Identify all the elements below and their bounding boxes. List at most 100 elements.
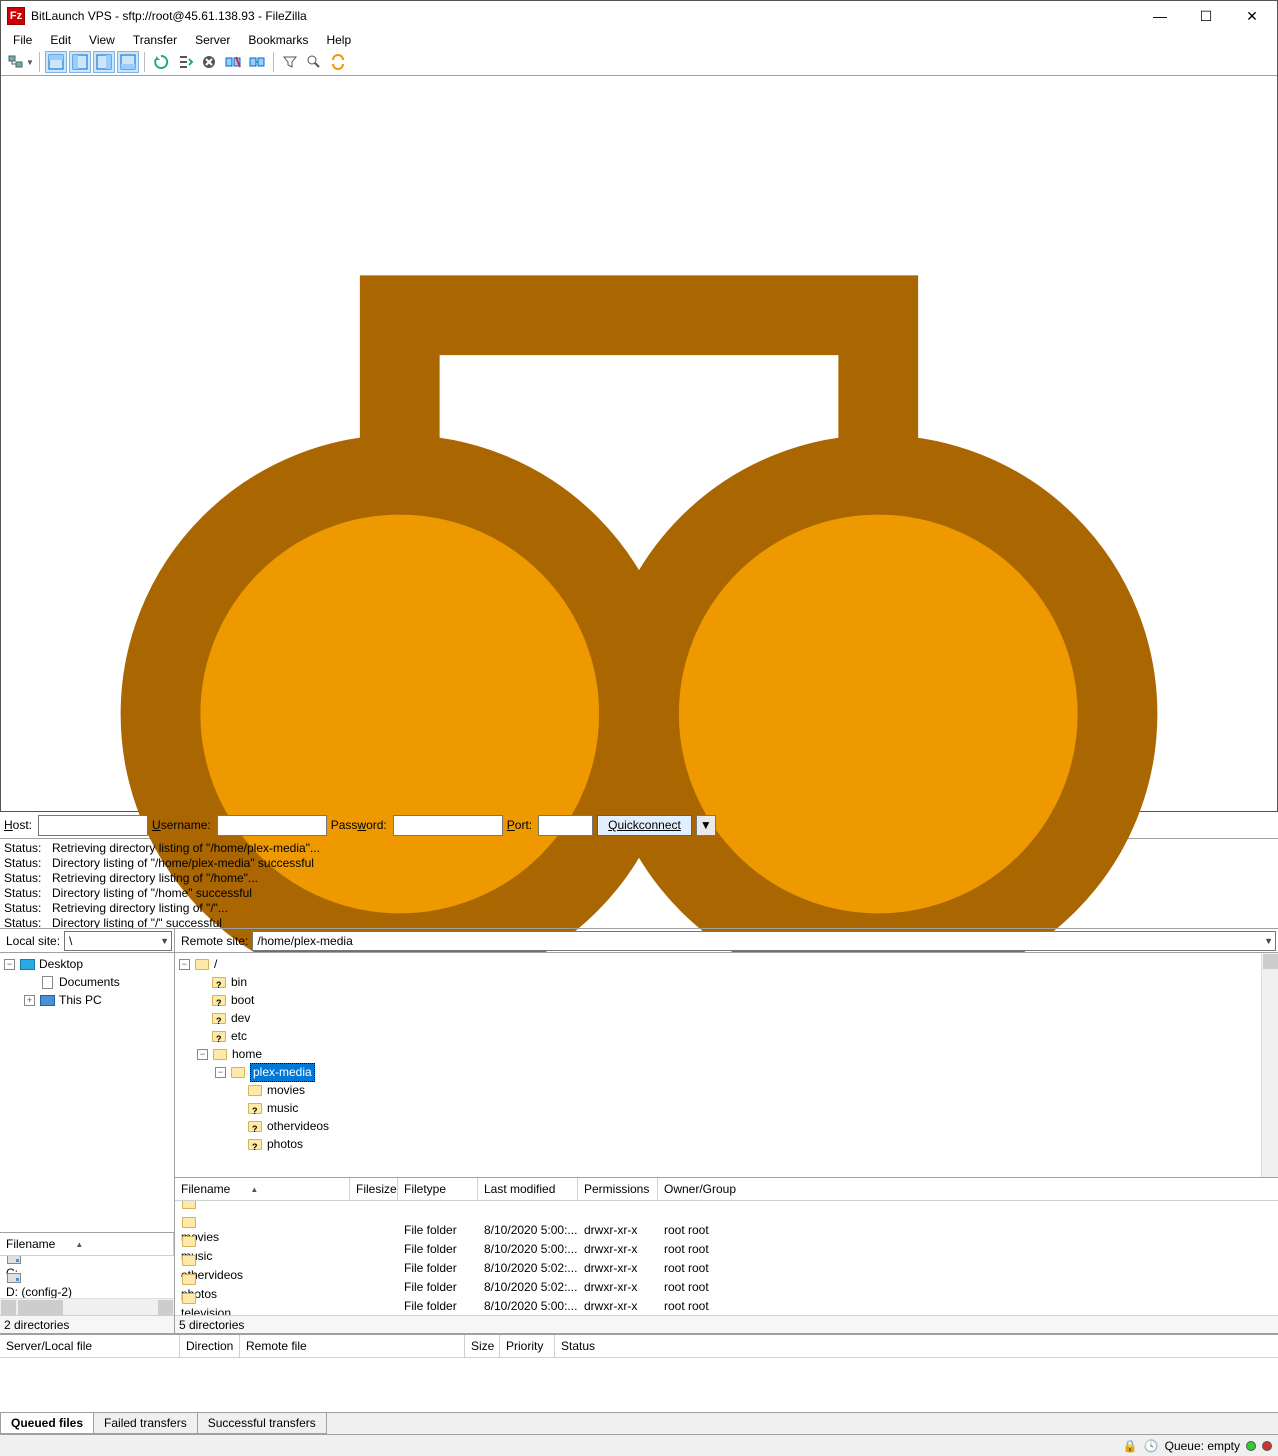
menu-view[interactable]: View: [81, 31, 123, 49]
toggle-queue-button[interactable]: [117, 51, 139, 73]
folder-unknown-icon: [212, 1031, 226, 1042]
folder-icon: [182, 1293, 196, 1304]
tree-node[interactable]: dev: [231, 1010, 250, 1027]
menu-transfer[interactable]: Transfer: [125, 31, 185, 49]
col-priority[interactable]: Priority: [500, 1335, 555, 1357]
tree-node-thispc[interactable]: This PC: [59, 992, 102, 1009]
password-input[interactable]: [393, 815, 503, 836]
tree-node[interactable]: etc: [231, 1028, 247, 1045]
expand-icon[interactable]: −: [4, 959, 15, 970]
local-tree[interactable]: − Desktop Documents + This PC: [0, 953, 174, 1233]
site-manager-button[interactable]: [5, 51, 27, 73]
process-queue-button[interactable]: [174, 51, 196, 73]
expand-icon[interactable]: +: [24, 995, 35, 1006]
tab-queued[interactable]: Queued files: [0, 1413, 94, 1434]
cancel-button[interactable]: [198, 51, 220, 73]
refresh-button[interactable]: [150, 51, 172, 73]
compare-button[interactable]: [303, 51, 325, 73]
folder-icon: [182, 1236, 196, 1247]
folder-icon: [182, 1201, 196, 1209]
col-serverfile[interactable]: Server/Local file: [0, 1335, 180, 1357]
host-input[interactable]: [38, 815, 148, 836]
folder-unknown-icon: [212, 977, 226, 988]
horizontal-scrollbar[interactable]: [0, 1298, 174, 1315]
folder-unknown-icon: [248, 1139, 262, 1150]
menu-help[interactable]: Help: [318, 31, 359, 49]
menu-edit[interactable]: Edit: [42, 31, 79, 49]
col-status[interactable]: Status: [555, 1335, 1278, 1357]
sync-browse-button[interactable]: [327, 51, 349, 73]
menubar: File Edit View Transfer Server Bookmarks…: [1, 31, 1277, 49]
expand-icon[interactable]: −: [215, 1067, 226, 1078]
tree-node[interactable]: movies: [267, 1082, 305, 1099]
tab-failed[interactable]: Failed transfers: [93, 1413, 198, 1434]
tree-node-desktop[interactable]: Desktop: [39, 956, 83, 973]
list-item[interactable]: D: (config-2): [6, 1285, 72, 1299]
col-filename[interactable]: Filename▲: [0, 1233, 174, 1255]
table-row[interactable]: televisionFile folder8/10/2020 5:00:...d…: [175, 1296, 1278, 1315]
quickconnect-button[interactable]: Quickconnect: [597, 815, 692, 836]
folder-unknown-icon: [248, 1121, 262, 1132]
col-modified[interactable]: Last modified: [478, 1178, 578, 1200]
titlebar: Fz BitLaunch VPS - sftp://root@45.61.138…: [1, 1, 1277, 31]
log-line: Retrieving directory listing of "/home".…: [52, 871, 258, 886]
vertical-scrollbar[interactable]: [1261, 953, 1278, 1177]
tree-node[interactable]: bin: [231, 974, 247, 991]
tree-node[interactable]: music: [267, 1100, 298, 1117]
folder-icon: [182, 1274, 196, 1285]
transfer-queue: Server/Local file Direction Remote file …: [0, 1334, 1278, 1434]
reconnect-button[interactable]: [246, 51, 268, 73]
remote-file-list[interactable]: Filename▲ Filesize Filetype Last modifie…: [175, 1178, 1278, 1334]
col-filename[interactable]: Filename▲: [175, 1178, 350, 1200]
folder-unknown-icon: [248, 1103, 262, 1114]
tree-node[interactable]: home: [232, 1046, 262, 1063]
col-direction[interactable]: Direction: [180, 1335, 240, 1357]
disconnect-button[interactable]: [222, 51, 244, 73]
remote-site-label: Remote site:: [177, 934, 252, 948]
remote-path-input[interactable]: /home/plex-media▼: [252, 931, 1276, 951]
activity-send-led: [1246, 1441, 1256, 1451]
tree-node-documents[interactable]: Documents: [59, 974, 120, 991]
tree-node-root[interactable]: /: [214, 956, 217, 973]
menu-server[interactable]: Server: [187, 31, 238, 49]
toggle-log-button[interactable]: [45, 51, 67, 73]
menu-file[interactable]: File: [5, 31, 40, 49]
message-log[interactable]: Status:Retrieving directory listing of "…: [0, 839, 1278, 929]
close-button[interactable]: ✕: [1229, 1, 1275, 31]
tree-node-selected[interactable]: plex-media: [250, 1063, 315, 1082]
col-filesize[interactable]: Filesize: [350, 1178, 398, 1200]
lock-icon: 🔒: [1123, 1439, 1138, 1453]
username-input[interactable]: [217, 815, 327, 836]
local-site-label: Local site:: [2, 934, 64, 948]
maximize-button[interactable]: ☐: [1183, 1, 1229, 31]
drive-icon: [7, 1273, 21, 1283]
toggle-remote-tree-button[interactable]: [93, 51, 115, 73]
queue-status: Queue: empty: [1165, 1439, 1240, 1453]
minimize-button[interactable]: —: [1137, 1, 1183, 31]
col-remotefile[interactable]: Remote file: [240, 1335, 465, 1357]
expand-icon[interactable]: −: [179, 959, 190, 970]
toggle-local-tree-button[interactable]: [69, 51, 91, 73]
log-line: Retrieving directory listing of "/home/p…: [52, 841, 320, 856]
pc-icon: [40, 995, 55, 1006]
tree-node[interactable]: othervideos: [267, 1118, 329, 1135]
remote-tree[interactable]: −/ bin boot dev etc −home −plex-media mo…: [175, 953, 1261, 1177]
tree-node[interactable]: photos: [267, 1136, 303, 1153]
username-label: Username:: [152, 818, 213, 832]
port-input[interactable]: [538, 815, 593, 836]
col-owner[interactable]: Owner/Group: [658, 1178, 758, 1200]
quickconnect-dropdown[interactable]: ▼: [696, 815, 716, 836]
col-permissions[interactable]: Permissions: [578, 1178, 658, 1200]
local-path-input[interactable]: \▼: [64, 931, 172, 951]
tree-node[interactable]: boot: [231, 992, 254, 1009]
expand-icon[interactable]: −: [197, 1049, 208, 1060]
folder-icon: [213, 1049, 227, 1060]
folder-icon: [182, 1217, 196, 1228]
app-icon: Fz: [7, 7, 25, 25]
tab-successful[interactable]: Successful transfers: [197, 1413, 327, 1434]
col-filetype[interactable]: Filetype: [398, 1178, 478, 1200]
local-file-list[interactable]: Filename▲ C: D: (config-2) 2 directories: [0, 1233, 174, 1334]
filter-button[interactable]: [279, 51, 301, 73]
col-size[interactable]: Size: [465, 1335, 500, 1357]
menu-bookmarks[interactable]: Bookmarks: [240, 31, 316, 49]
